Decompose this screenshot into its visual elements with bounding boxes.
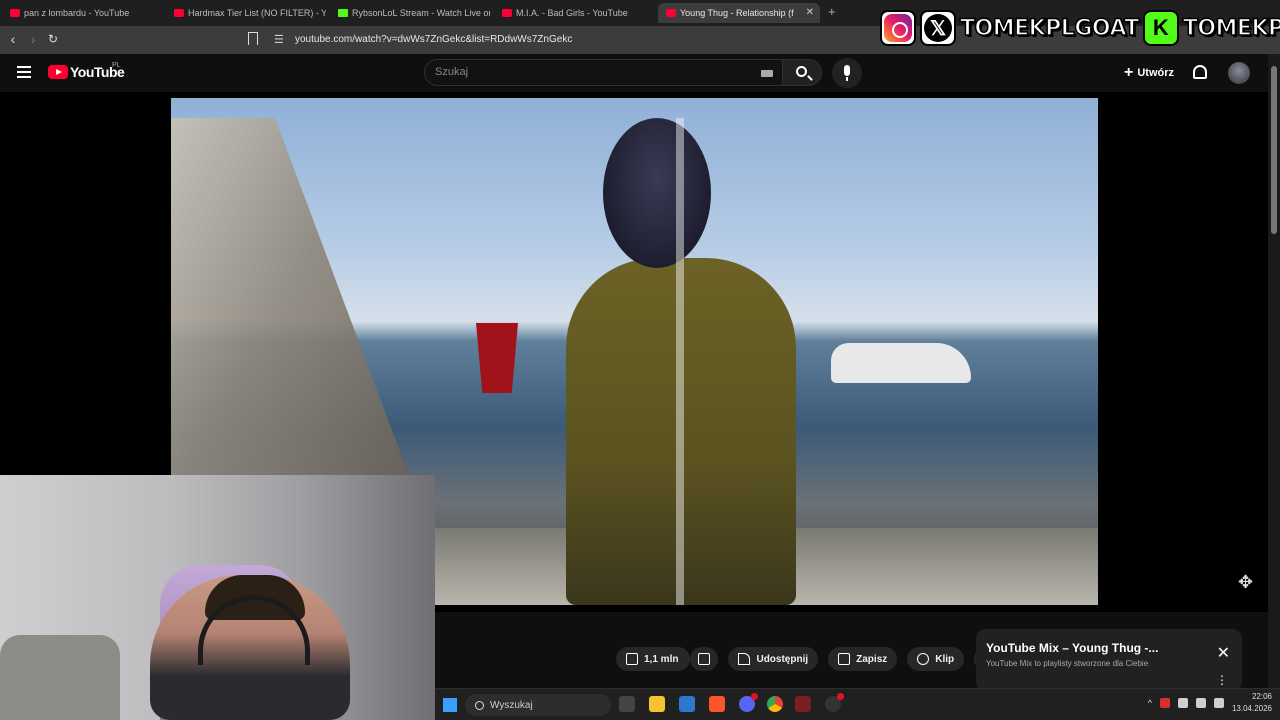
dislike-button[interactable] bbox=[690, 647, 719, 671]
forward-arrow-icon[interactable]: › bbox=[24, 31, 42, 47]
thumbs-down-icon bbox=[698, 653, 711, 665]
taskbar-search-placeholder: Wyszukaj bbox=[490, 699, 533, 711]
more-vert-icon[interactable]: ⋮ bbox=[1216, 673, 1228, 687]
mix-subtitle: YouTube Mix to playlisty stworzone dla C… bbox=[986, 659, 1149, 668]
windows-start-icon[interactable] bbox=[443, 698, 457, 712]
scissors-icon bbox=[917, 653, 930, 665]
kick-favicon-icon bbox=[338, 9, 348, 17]
close-icon[interactable]: ✕ bbox=[1217, 643, 1230, 663]
site-info-icon[interactable]: ☰ bbox=[274, 33, 284, 46]
create-label: Utwórz bbox=[1137, 67, 1175, 79]
share-label: Udostępnij bbox=[756, 653, 809, 665]
streamer-webcam-overlay bbox=[0, 475, 435, 720]
youtube-favicon-icon bbox=[174, 9, 184, 17]
miniplayer-icon[interactable]: ✥ bbox=[1238, 572, 1260, 594]
like-count: 1,1 mln bbox=[644, 653, 679, 665]
youtube-logo-icon[interactable] bbox=[48, 65, 68, 79]
overlay-handle-primary: TOMEKPLGOAT bbox=[959, 15, 1140, 42]
hamburger-menu-icon[interactable] bbox=[17, 66, 31, 78]
search-icon bbox=[475, 700, 484, 710]
microphone-icon[interactable] bbox=[1177, 698, 1188, 708]
close-tab-icon[interactable]: ✕ bbox=[806, 3, 814, 23]
tab-rybsonlol-stream[interactable]: RybsonLoL Stream - Watch Live on Kick bbox=[330, 3, 490, 23]
discord-icon[interactable] bbox=[739, 693, 758, 712]
reload-icon[interactable]: ↻ bbox=[44, 32, 62, 46]
keyboard-icon[interactable] bbox=[761, 70, 773, 77]
page-scrollbar[interactable] bbox=[1268, 54, 1280, 720]
share-button[interactable]: Udostępnij bbox=[728, 647, 819, 671]
system-tray: ^ 22:06 13.04.2026 bbox=[1148, 691, 1272, 715]
tray-app-icon[interactable] bbox=[1159, 698, 1170, 708]
social-handles-overlay: 𝕏 TOMEKPLGOAT K TOMEKPL bbox=[880, 8, 1280, 48]
search-input[interactable] bbox=[425, 60, 745, 84]
voice-search-mic-icon[interactable] bbox=[832, 58, 862, 88]
mix-title[interactable]: YouTube Mix – Young Thug -... bbox=[986, 641, 1158, 655]
share-icon bbox=[738, 653, 751, 665]
tab-young-thug-relationship[interactable]: Young Thug - Relationship (f ✕ bbox=[658, 3, 820, 23]
youtube-favicon-icon bbox=[502, 9, 512, 17]
tab-label: Hardmax Tier List (NO FILTER) - YouTube bbox=[188, 8, 326, 18]
video-head-shape bbox=[603, 118, 711, 268]
account-avatar[interactable] bbox=[1228, 62, 1250, 84]
tab-pan-z-lombardu[interactable]: pan z lombardu - YouTube bbox=[2, 3, 162, 23]
youtube-mix-panel[interactable]: YouTube Mix – Young Thug -... YouTube Mi… bbox=[976, 629, 1242, 691]
create-button[interactable]: + Utwórz bbox=[1118, 62, 1180, 84]
search-icon bbox=[796, 66, 807, 77]
clock-date: 13.04.2026 bbox=[1231, 704, 1272, 713]
tab-hardmax-tier-list[interactable]: Hardmax Tier List (NO FILTER) - YouTube bbox=[166, 3, 326, 23]
tab-label: M.I.A. - Bad Girls - YouTube bbox=[516, 8, 628, 18]
volume-icon[interactable] bbox=[1213, 698, 1224, 708]
youtube-favicon-icon bbox=[666, 9, 676, 17]
task-view-icon[interactable] bbox=[619, 696, 635, 712]
scrollbar-thumb[interactable] bbox=[1271, 66, 1277, 234]
tray-chevron-icon[interactable]: ^ bbox=[1148, 698, 1152, 708]
like-button[interactable]: 1,1 mln bbox=[616, 647, 691, 671]
kick-icon: K bbox=[1142, 10, 1179, 46]
clock-time: 22:06 bbox=[1251, 692, 1272, 701]
instagram-icon bbox=[880, 10, 916, 46]
video-actions: 1,1 mln Udostępnij Zapisz Klip ••• bbox=[616, 647, 1003, 671]
video-red-cup-shape bbox=[476, 323, 518, 393]
thumbs-up-icon bbox=[626, 653, 638, 665]
save-label: Zapisz bbox=[856, 653, 888, 665]
webcam-couch-shape bbox=[0, 635, 120, 720]
notifications-bell-icon[interactable] bbox=[1193, 65, 1207, 79]
x-twitter-icon: 𝕏 bbox=[920, 10, 956, 46]
tab-label: RybsonLoL Stream - Watch Live on Kick bbox=[352, 8, 490, 18]
region-code: PL bbox=[112, 62, 121, 69]
clip-button[interactable]: Klip bbox=[907, 647, 965, 671]
search-button[interactable] bbox=[782, 59, 822, 86]
plus-icon: + bbox=[1124, 64, 1134, 81]
game-launcher-icon[interactable] bbox=[795, 696, 811, 712]
overlay-handle-secondary: TOMEKPL bbox=[1182, 15, 1280, 42]
video-boat-shape bbox=[831, 343, 971, 383]
file-explorer-icon[interactable] bbox=[649, 696, 665, 712]
url-field[interactable]: youtube.com/watch?v=dwWs7ZnGekc&list=RDd… bbox=[295, 34, 572, 45]
clip-label: Klip bbox=[935, 653, 955, 665]
bookmark-icon[interactable] bbox=[248, 32, 258, 45]
youtube-header: YouTube PL + Utwórz bbox=[0, 54, 1280, 92]
windows-taskbar: Wyszukaj ^ 22:06 13.04.2026 bbox=[435, 688, 1280, 720]
bookmark-save-icon bbox=[838, 653, 851, 665]
back-arrow-icon[interactable]: ‹ bbox=[4, 31, 22, 47]
save-button[interactable]: Zapisz bbox=[828, 647, 898, 671]
obs-icon[interactable] bbox=[825, 693, 844, 712]
youtube-favicon-icon bbox=[10, 9, 20, 17]
brave-browser-icon[interactable] bbox=[709, 696, 725, 712]
clock[interactable]: 22:06 13.04.2026 bbox=[1232, 691, 1272, 715]
new-tab-button[interactable]: + bbox=[828, 4, 836, 19]
tab-label: pan z lombardu - YouTube bbox=[24, 8, 130, 18]
microsoft-store-icon[interactable] bbox=[679, 696, 695, 712]
network-icon[interactable] bbox=[1195, 698, 1206, 708]
tab-mia-bad-girls[interactable]: M.I.A. - Bad Girls - YouTube bbox=[494, 3, 654, 23]
video-light-flare bbox=[676, 118, 684, 605]
search-box bbox=[424, 59, 784, 86]
chrome-icon[interactable] bbox=[767, 696, 783, 712]
tab-label: Young Thug - Relationship (f bbox=[680, 8, 794, 18]
taskbar-search[interactable]: Wyszukaj bbox=[465, 694, 611, 716]
